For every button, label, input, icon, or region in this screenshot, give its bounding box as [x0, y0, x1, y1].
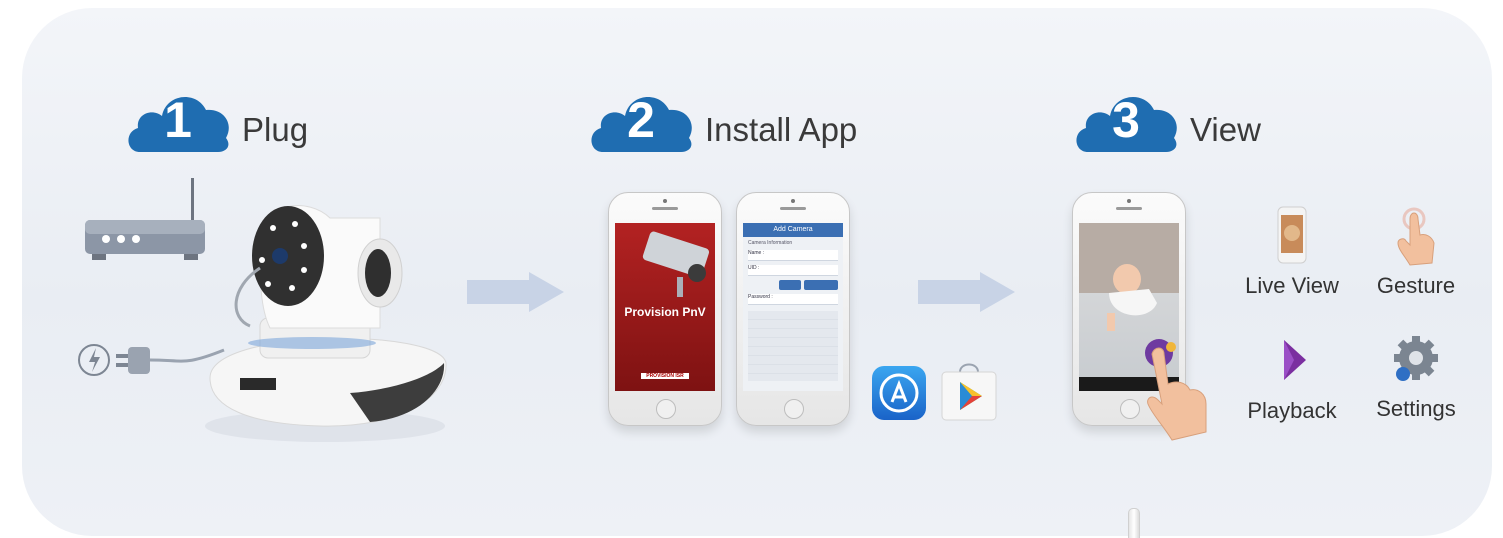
phone-splash-screen: Provision PnV PROVISION ISR: [608, 192, 722, 426]
ip-camera-image: [205, 205, 447, 442]
hand-icon: [1147, 347, 1207, 441]
step-3: 3 View: [1070, 84, 1261, 154]
step-number: 3: [1112, 92, 1140, 148]
brand-logo: PROVISION ISR: [641, 373, 689, 379]
antenna-icon: [1128, 508, 1140, 538]
feature-label: Live View: [1245, 273, 1339, 298]
security-camera-icon: [642, 231, 710, 297]
feature-label: Settings: [1376, 396, 1456, 421]
uid-field: UID :: [748, 265, 838, 276]
cloud-icon: 1: [122, 84, 234, 154]
step-number: 1: [164, 92, 192, 148]
cloud-icon: 2: [585, 84, 697, 154]
feature-label: Playback: [1247, 398, 1337, 423]
step-label: View: [1190, 111, 1261, 148]
live-view-icon: [1277, 206, 1307, 264]
arrow-right-icon: [918, 272, 1015, 312]
feature-live-view[interactable]: Live View: [1232, 205, 1352, 299]
step-number: 2: [627, 92, 655, 148]
feature-gesture[interactable]: Gesture: [1356, 205, 1476, 299]
step-label: Plug: [242, 111, 309, 148]
google-play-icon[interactable]: [938, 360, 1000, 422]
app-store-icon[interactable]: [872, 366, 926, 420]
feature-settings[interactable]: Settings: [1356, 334, 1476, 422]
cloud-icon: 3: [1070, 84, 1182, 154]
playback-icon: [1284, 340, 1306, 380]
splash-title: Provision PnV: [624, 305, 706, 319]
step-label: Install App: [705, 111, 858, 148]
arrow-right-icon: [467, 272, 564, 312]
step-2: 2 Install App: [585, 84, 857, 154]
router-icon: [85, 178, 205, 260]
name-field: Name :: [748, 250, 838, 261]
camera-info-label: Camera Information: [748, 240, 793, 246]
step-1: 1 Plug: [122, 84, 308, 154]
feature-playback[interactable]: Playback: [1232, 336, 1352, 424]
settings-icon: [1394, 336, 1438, 381]
feature-label: Gesture: [1376, 273, 1456, 298]
password-field: Password :: [748, 294, 838, 305]
phone-add-camera-screen: Add Camera Camera Information Name : UID…: [736, 192, 850, 426]
gesture-icon: [1397, 207, 1435, 266]
add-camera-header: Add Camera: [743, 223, 843, 237]
